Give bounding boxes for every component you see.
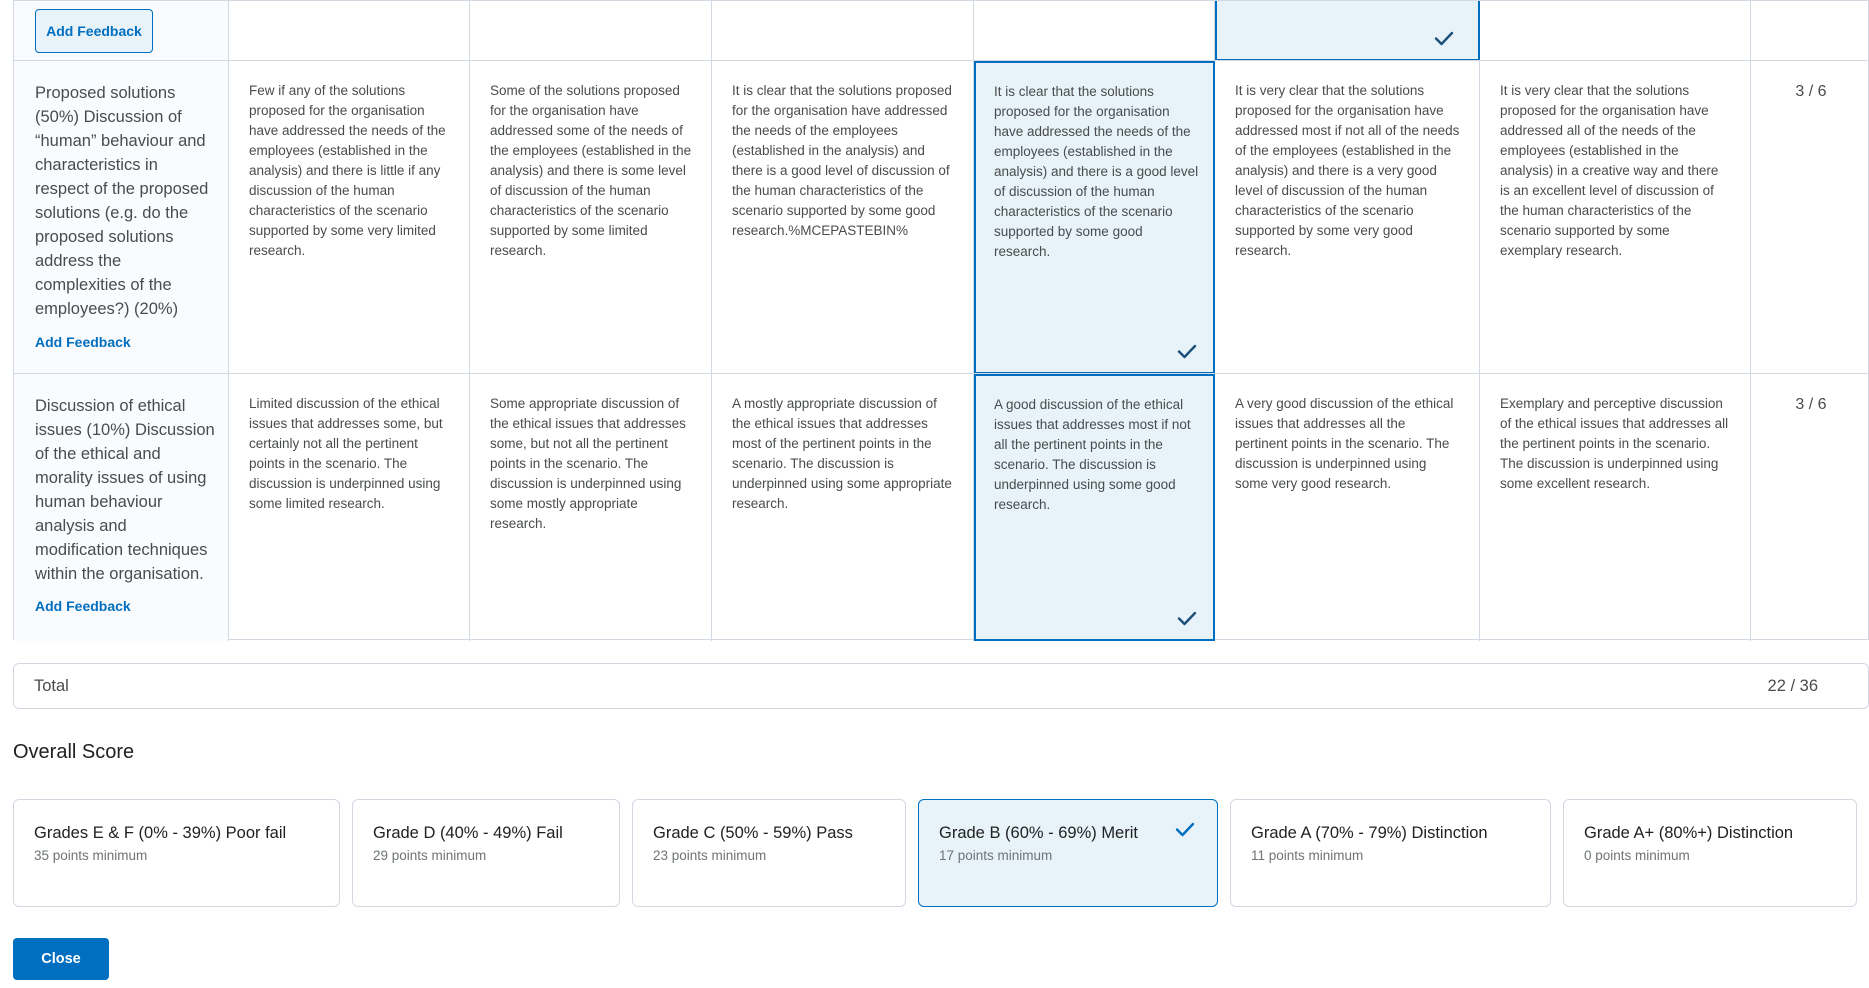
- level-cell[interactable]: Some of the solutions proposed for the o…: [470, 61, 712, 374]
- close-button[interactable]: Close: [13, 938, 109, 980]
- checkmark-icon: [1175, 822, 1197, 838]
- grade-title: Grade D (40% - 49%) Fail: [373, 824, 563, 842]
- grade-title: Grade A+ (80%+) Distinction: [1584, 824, 1794, 842]
- add-feedback-link[interactable]: Add Feedback: [35, 598, 131, 614]
- level-cell-selected[interactable]: A good discussion of the ethical issues …: [974, 374, 1215, 641]
- criterion-text: Proposed solutions (50%) Discussion of “…: [35, 84, 209, 318]
- grade-points: 17 points minimum: [939, 848, 1053, 863]
- score-cell: 3 / 6: [1751, 374, 1869, 641]
- grade-points: 29 points minimum: [373, 848, 487, 863]
- grade-card[interactable]: Grade A (70% - 79%) Distinction 11 point…: [1230, 799, 1551, 907]
- score-cell: [1751, 1, 1869, 61]
- grade-card[interactable]: Grades E & F (0% - 39%) Poor fail 35 poi…: [13, 799, 340, 907]
- level-cell[interactable]: Limited discussion of the ethical issues…: [229, 374, 470, 641]
- grade-card[interactable]: Grade A+ (80%+) Distinction 0 points min…: [1563, 799, 1857, 907]
- grade-points: 0 points minimum: [1584, 848, 1690, 863]
- grade-card[interactable]: Grade C (50% - 59%) Pass 23 points minim…: [632, 799, 906, 907]
- level-description: Some of the solutions proposed for the o…: [490, 83, 692, 258]
- level-description: Exemplary and perceptive discussion of t…: [1500, 396, 1729, 491]
- level-description: Some appropriate discussion of the ethic…: [490, 396, 686, 531]
- grade-card[interactable]: Grade D (40% - 49%) Fail 29 points minim…: [352, 799, 620, 907]
- rubric-row: Discussion of ethical issues (10%) Discu…: [14, 373, 1868, 641]
- level-cell[interactable]: [229, 1, 470, 61]
- level-description: Limited discussion of the ethical issues…: [249, 396, 443, 511]
- level-cell-selected[interactable]: [1215, 1, 1480, 61]
- add-feedback-button[interactable]: Add Feedback: [35, 9, 153, 53]
- add-feedback-link[interactable]: Add Feedback: [35, 334, 131, 350]
- grade-title: Grades E & F (0% - 39%) Poor fail: [34, 824, 287, 842]
- grade-title: Grade B (60% - 69%) Merit: [939, 824, 1138, 842]
- grade-title: Grade A (70% - 79%) Distinction: [1251, 824, 1488, 842]
- score-cell: 3 / 6: [1751, 61, 1869, 374]
- level-cell[interactable]: Exemplary and perceptive discussion of t…: [1480, 374, 1751, 641]
- checkmark-icon: [1177, 344, 1199, 360]
- grade-card-selected[interactable]: Grade B (60% - 69%) Merit 17 points mini…: [918, 799, 1218, 907]
- criterion-cell: Discussion of ethical issues (10%) Discu…: [14, 374, 229, 641]
- overall-score-heading: Overall Score: [13, 741, 135, 763]
- level-cell[interactable]: A mostly appropriate discussion of the e…: [712, 374, 974, 641]
- level-cell[interactable]: It is clear that the solutions proposed …: [712, 61, 974, 374]
- rubric-row: Proposed solutions (50%) Discussion of “…: [14, 60, 1868, 374]
- level-cell[interactable]: It is very clear that the solutions prop…: [1215, 61, 1480, 374]
- rubric-row-partial: Add Feedback: [14, 0, 1868, 61]
- level-cell[interactable]: [712, 1, 974, 61]
- level-description: It is clear that the solutions proposed …: [994, 84, 1199, 259]
- level-description: A mostly appropriate discussion of the e…: [732, 396, 952, 511]
- total-score: 22 / 36: [1767, 677, 1818, 695]
- level-cell[interactable]: [1480, 1, 1751, 61]
- level-description: A good discussion of the ethical issues …: [994, 397, 1191, 512]
- grade-points: 11 points minimum: [1251, 848, 1364, 863]
- level-cell[interactable]: It is very clear that the solutions prop…: [1480, 61, 1751, 374]
- level-description: Few if any of the solutions proposed for…: [249, 83, 446, 258]
- level-cell[interactable]: Some appropriate discussion of the ethic…: [470, 374, 712, 641]
- checkmark-icon: [1434, 31, 1456, 47]
- level-cell-selected[interactable]: It is clear that the solutions proposed …: [974, 61, 1215, 374]
- level-cell[interactable]: [470, 1, 712, 61]
- criterion-score: 3 / 6: [1795, 396, 1827, 413]
- criterion-cell: Add Feedback: [14, 1, 229, 61]
- criterion-text: Discussion of ethical issues (10%) Discu…: [35, 397, 215, 583]
- total-label: Total: [34, 677, 69, 695]
- grade-points: 23 points minimum: [653, 848, 767, 863]
- level-description: A very good discussion of the ethical is…: [1235, 396, 1454, 491]
- criterion-score: 3 / 6: [1795, 83, 1827, 100]
- level-cell[interactable]: A very good discussion of the ethical is…: [1215, 374, 1480, 641]
- level-description: It is very clear that the solutions prop…: [1235, 83, 1460, 258]
- level-cell[interactable]: Few if any of the solutions proposed for…: [229, 61, 470, 374]
- level-description: It is very clear that the solutions prop…: [1500, 83, 1719, 258]
- grade-title: Grade C (50% - 59%) Pass: [653, 824, 853, 842]
- criterion-cell: Proposed solutions (50%) Discussion of “…: [14, 61, 229, 374]
- level-description: It is clear that the solutions proposed …: [732, 83, 952, 238]
- total-row: Total 22 / 36: [13, 663, 1869, 709]
- level-cell[interactable]: [974, 1, 1215, 61]
- checkmark-icon: [1177, 611, 1199, 627]
- grade-points: 35 points minimum: [34, 848, 148, 863]
- rubric-table: Add Feedback Proposed solutions (50%) Di…: [13, 0, 1869, 641]
